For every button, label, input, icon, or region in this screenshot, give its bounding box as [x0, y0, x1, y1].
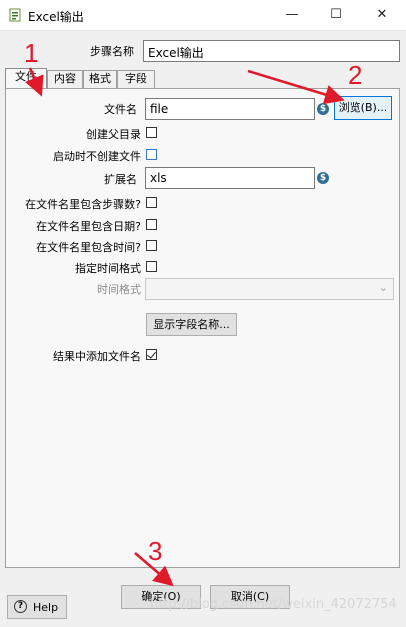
include-time-label: 在文件名里包含时间? [36, 241, 141, 254]
filename-label: 文件名 [104, 103, 137, 116]
tab-fields[interactable]: 字段 [117, 70, 155, 88]
add-to-result-checkbox[interactable] [146, 349, 157, 360]
variable-icon: $ [317, 103, 329, 115]
specify-time-format-checkbox[interactable] [146, 261, 157, 272]
help-icon: ? [14, 600, 27, 613]
minimize-button[interactable]: — [270, 0, 314, 30]
tab-file[interactable]: 文件 [5, 68, 47, 89]
include-step-nr-checkbox[interactable] [146, 197, 157, 208]
window-title: Excel输出 [28, 10, 84, 24]
annotation-number-3: 3 [148, 536, 163, 566]
include-date-checkbox[interactable] [146, 219, 157, 230]
chevron-down-icon: ⌄ [378, 281, 388, 294]
annotation-number-1: 1 [24, 38, 39, 68]
maximize-button[interactable]: ☐ [314, 0, 358, 30]
time-format-label: 时间格式 [97, 283, 141, 296]
spoon-app-icon [9, 8, 21, 22]
add-to-result-label: 结果中添加文件名 [53, 350, 141, 363]
tab-content[interactable]: 内容 [47, 70, 83, 88]
help-button[interactable]: ? Help [7, 595, 67, 619]
do-not-create-at-start-label: 启动时不创建文件 [53, 150, 141, 163]
specify-time-format-label: 指定时间格式 [75, 262, 141, 275]
create-parent-folder-label: 创建父目录 [86, 128, 141, 141]
step-name-label: 步骤名称 [90, 45, 134, 58]
do-not-create-at-start-checkbox[interactable] [146, 149, 157, 160]
include-time-checkbox[interactable] [146, 240, 157, 251]
step-name-input[interactable]: Excel输出 [143, 40, 400, 62]
variable-icon: $ [317, 172, 329, 184]
extension-label: 扩展名 [104, 173, 137, 186]
title-bar: Excel输出 — ☐ ✕ [0, 0, 406, 31]
extension-input[interactable]: xls [145, 167, 315, 189]
close-button[interactable]: ✕ [360, 0, 404, 30]
checkmark-icon [147, 349, 156, 359]
help-label: Help [33, 601, 59, 614]
include-step-nr-label: 在文件名里包含步骤数? [25, 198, 141, 211]
watermark: http://blog.csdn.net/weixin_42072754 [150, 597, 397, 612]
include-date-label: 在文件名里包含日期? [36, 220, 141, 233]
time-format-select[interactable]: ⌄ [145, 278, 394, 300]
tab-format[interactable]: 格式 [83, 70, 117, 88]
filename-input[interactable]: file [145, 98, 315, 120]
create-parent-folder-checkbox[interactable] [146, 127, 157, 138]
annotation-number-2: 2 [348, 60, 363, 90]
browse-button[interactable]: 浏览(B)... [334, 96, 392, 120]
show-fields-button[interactable]: 显示字段名称... [146, 313, 237, 336]
